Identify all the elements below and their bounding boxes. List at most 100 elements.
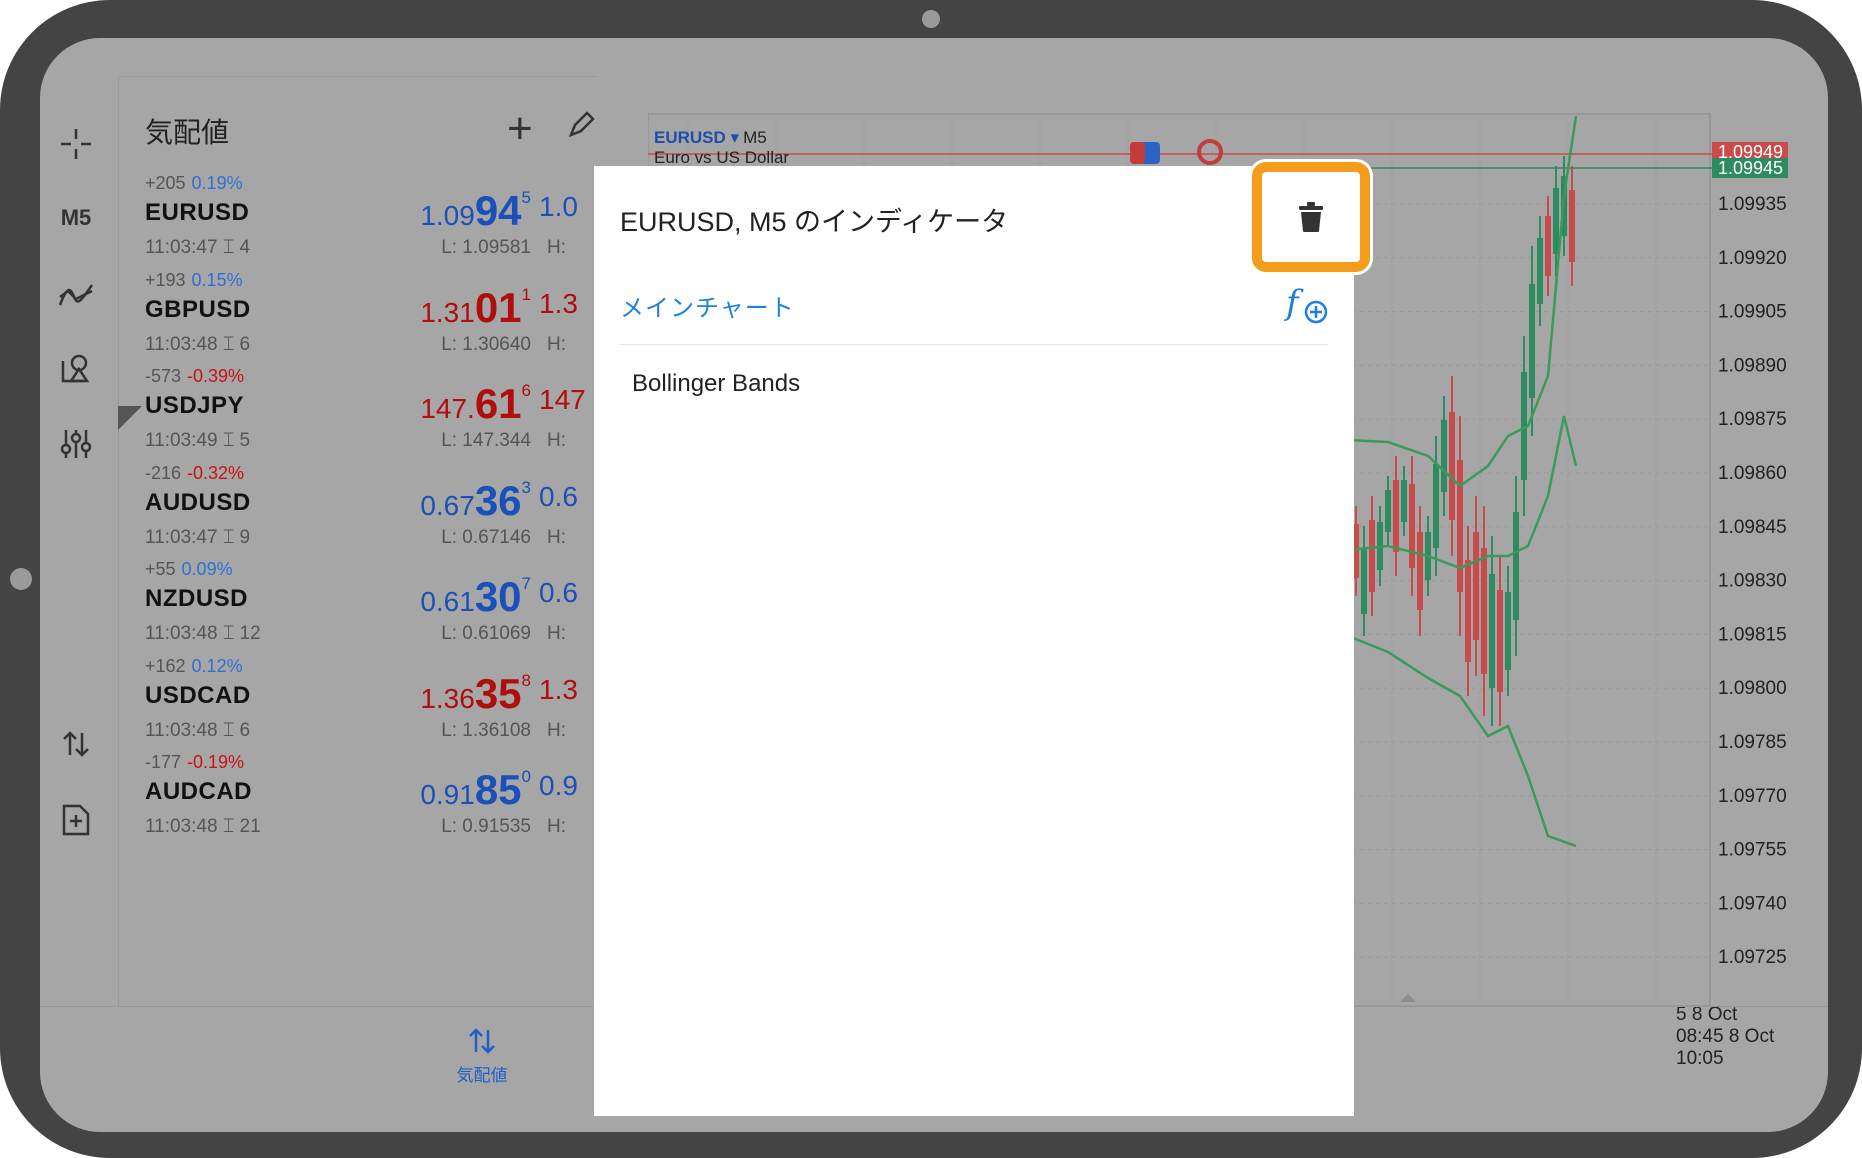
candle-body xyxy=(1473,532,1479,640)
low-price: L: 0.61069 xyxy=(441,623,531,644)
bid-price: 147.616 xyxy=(369,380,531,428)
change-percent: 0.15% xyxy=(191,269,243,290)
quote-timestamp: 11:03:49 xyxy=(145,430,218,451)
high-price: H: xyxy=(547,623,566,644)
indicator-item[interactable]: Bollinger Bands xyxy=(620,346,1328,426)
crosshair-icon[interactable] xyxy=(50,118,102,170)
candle-body xyxy=(1545,216,1551,276)
bid-sup: 5 xyxy=(521,188,531,207)
trash-icon xyxy=(1299,202,1323,232)
bollinger-lower xyxy=(1347,634,1577,848)
price-axis-label: 1.09875 xyxy=(1718,409,1787,430)
nav-quotes[interactable]: 気配値 xyxy=(422,1025,542,1086)
spread-icon: ⌶ xyxy=(222,526,235,548)
left-toolbar: M5 xyxy=(40,38,118,1006)
candle-body xyxy=(1385,490,1391,532)
candle-body xyxy=(1569,190,1575,262)
candle-body xyxy=(1441,420,1447,492)
quote-symbol: USDJPY xyxy=(145,392,245,419)
bid-tag: 1.09945 xyxy=(1718,158,1783,178)
main-chart-section: メインチャート xyxy=(620,295,795,322)
candle-body xyxy=(1449,412,1455,520)
candle-body xyxy=(1465,560,1471,662)
price-axis-label: 1.09815 xyxy=(1718,624,1787,645)
price-axis-label: 1.09800 xyxy=(1718,678,1787,699)
indicator-name: Bollinger Bands xyxy=(632,370,801,397)
quote-change: +193 0.15% xyxy=(145,270,243,291)
spread-icon: ⌶ xyxy=(222,623,235,644)
bid-sup: 0 xyxy=(521,767,531,786)
quote-time: 11:03:49 ⌶ 5 xyxy=(145,430,250,452)
bid-sup: 3 xyxy=(521,477,531,497)
candle-body xyxy=(1497,590,1503,692)
bid-sup: 8 xyxy=(521,670,531,690)
candle-body xyxy=(1401,480,1407,522)
quote-spread: 4 xyxy=(239,237,251,258)
quotes-panel: 気配値 + +205 0.19% EURUSD 11:03:47 ⌶ 4 1.09945… xyxy=(118,76,598,1006)
quote-timestamp: 11:03:48 xyxy=(145,816,218,837)
add-symbol-button[interactable]: + xyxy=(507,107,533,151)
quote-time: 11:03:47 ⌶ 4 xyxy=(145,237,250,259)
settings-sliders-icon[interactable] xyxy=(50,418,102,470)
price-axis-label: 1.09725 xyxy=(1718,947,1787,968)
panel-resize-corner[interactable] xyxy=(118,406,142,430)
bid-big: 61 xyxy=(474,380,522,427)
quote-symbol: EURUSD xyxy=(145,199,250,226)
bid-price: 1.36358 xyxy=(369,670,531,718)
chart-dropdown-icon: ▾ xyxy=(725,128,740,147)
quotes-arrows-icon xyxy=(469,1028,495,1054)
low-price: L: 1.36108 xyxy=(441,719,531,741)
bid-big: 35 xyxy=(474,669,522,717)
bid-sup: 6 xyxy=(521,381,531,400)
price-axis-label: 1.09845 xyxy=(1718,517,1787,538)
bid-big: 94 xyxy=(474,187,522,234)
nav-quotes-label: 気配値 xyxy=(456,1066,508,1085)
quote-change: -177 -0.19% xyxy=(145,752,244,773)
spread-icon: ⌶ xyxy=(222,333,235,355)
quote-spread: 6 xyxy=(239,719,251,741)
price-axis-label: 1.09755 xyxy=(1718,840,1787,861)
svg-text:f: f xyxy=(1284,284,1304,323)
indicator-icon[interactable] xyxy=(50,268,102,320)
bid-small: 0.67 xyxy=(420,489,475,521)
bid-price: 1.31011 xyxy=(369,284,531,332)
bid-big: 85 xyxy=(474,766,522,813)
quote-spread: 12 xyxy=(239,623,261,644)
quote-row-audcad[interactable]: -177 -0.19% AUDCAD 11:03:48 ⌶ 21 0.91850 L: 0… xyxy=(119,752,599,866)
trade-arrows-icon[interactable] xyxy=(50,718,102,770)
change-points: +55 xyxy=(145,559,176,579)
ask-price: 1.0 xyxy=(539,191,578,222)
delete-highlight-box xyxy=(1252,162,1370,272)
ask-price: 0.9 xyxy=(539,770,578,801)
quote-time: 11:03:48 ⌶ 12 xyxy=(145,623,261,645)
bid-price: 0.61307 xyxy=(369,573,531,621)
price-axis-label: 1.09920 xyxy=(1718,248,1787,269)
quotes-title: 気配値 xyxy=(145,117,230,148)
delete-button[interactable] xyxy=(1262,172,1360,262)
change-percent: 0.19% xyxy=(191,173,243,193)
new-document-icon[interactable] xyxy=(50,794,102,846)
high-price: H: xyxy=(547,526,566,548)
bid-price: 0.91850 xyxy=(369,766,531,814)
price-axis-label: 1.09785 xyxy=(1718,732,1787,753)
objects-icon[interactable] xyxy=(50,342,102,394)
chart-symbol-label[interactable]: EURUSD ▾ M5 xyxy=(654,128,767,148)
side-button-dot xyxy=(10,568,32,590)
edit-pencil-icon[interactable] xyxy=(567,109,597,144)
change-percent: -0.19% xyxy=(187,752,245,772)
bid-price: 0.67363 xyxy=(369,477,531,525)
low-price: L: 0.91535 xyxy=(441,816,531,837)
quote-symbol: NZDUSD xyxy=(145,585,248,612)
quote-timestamp: 11:03:47 xyxy=(145,526,218,548)
candle-body xyxy=(1553,188,1559,254)
ask-price: 0.6 xyxy=(539,480,578,512)
timeframe-button[interactable]: M5 xyxy=(50,192,102,244)
quote-symbol: GBPUSD xyxy=(145,295,251,323)
spread-icon: ⌶ xyxy=(222,430,235,451)
quote-change: -573 -0.39% xyxy=(145,366,244,387)
chart-description: Euro vs US Dollar xyxy=(654,148,790,167)
quote-timestamp: 11:03:48 xyxy=(145,623,218,644)
app-screen: M5 気配値 + +205 0.19% EURUSD 11:03:47 ⌶ 4 … xyxy=(40,38,1828,1132)
low-price: L: 1.30640 xyxy=(441,333,531,355)
add-indicator-icon[interactable]: f xyxy=(1283,283,1330,326)
